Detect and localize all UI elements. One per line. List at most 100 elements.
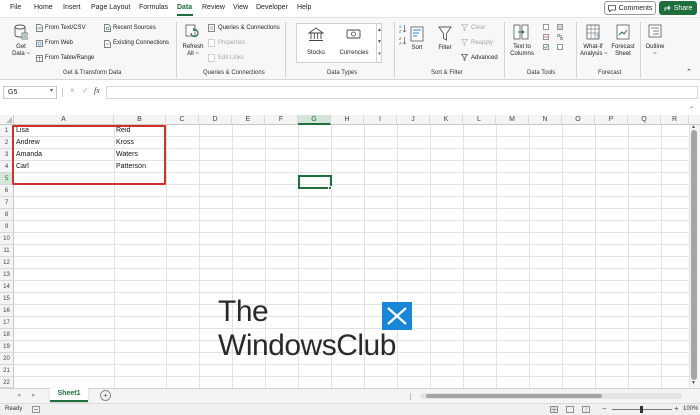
column-header-j[interactable]: J [397, 115, 430, 125]
tab-splitter[interactable] [410, 393, 411, 400]
row-header-9[interactable]: 9 [0, 221, 14, 233]
vertical-scroll-thumb[interactable] [691, 130, 697, 380]
column-header-r[interactable]: R [661, 115, 689, 125]
share-button[interactable]: Share [659, 1, 697, 15]
row-header-11[interactable]: 11 [0, 245, 14, 257]
forecast-sheet-button[interactable]: Forecast Sheet [609, 44, 637, 58]
edit-links-button[interactable]: Edit Links [218, 55, 244, 62]
name-box[interactable]: G5 [3, 86, 57, 99]
get-data-button[interactable]: Get Data ~ [8, 44, 34, 58]
row-header-17[interactable]: 17 [0, 317, 14, 329]
column-header-m[interactable]: M [496, 115, 529, 125]
page-break-view-icon[interactable] [582, 406, 590, 413]
menu-data[interactable]: Data [177, 4, 192, 11]
recent-sources-button[interactable]: Recent Sources [113, 25, 156, 32]
zoom-slider-thumb[interactable] [640, 406, 643, 413]
column-header-d[interactable]: D [199, 115, 232, 125]
ribbon-divider [504, 22, 505, 78]
enter-icon[interactable]: ✓ [82, 86, 89, 95]
row-header-16[interactable]: 16 [0, 305, 14, 317]
column-header-c[interactable]: C [166, 115, 199, 125]
menu-view[interactable]: View [233, 4, 248, 11]
menu-home[interactable]: Home [34, 4, 53, 11]
accessibility-icon[interactable] [32, 406, 40, 413]
comments-button[interactable]: Comments [604, 1, 656, 15]
ribbon-divider [394, 22, 395, 78]
text-to-columns-button[interactable]: Text to Columns [508, 44, 536, 58]
data-model-icon [557, 44, 563, 50]
insert-function-icon[interactable]: fx [94, 86, 100, 95]
what-if-analysis-button[interactable]: What-If Analysis ~ [580, 44, 608, 58]
menu-page-layout[interactable]: Page Layout [91, 4, 130, 11]
menu-review[interactable]: Review [202, 4, 225, 11]
reapply-button[interactable]: Reapply [471, 40, 493, 47]
normal-view-icon[interactable] [550, 406, 558, 413]
row-header-22[interactable]: 22 [0, 377, 14, 388]
column-header-f[interactable]: F [265, 115, 298, 125]
sheet-tab-sheet1[interactable]: Sheet1 [50, 388, 88, 402]
next-sheet-icon[interactable]: ▸ [32, 391, 36, 399]
column-header-e[interactable]: E [232, 115, 265, 125]
collapse-ribbon-icon[interactable]: ⌃ [686, 69, 692, 77]
scroll-down-icon[interactable]: ▼ [691, 380, 696, 386]
menu-insert[interactable]: Insert [63, 4, 81, 11]
from-text-csv-button[interactable]: From Text/CSV [45, 25, 86, 32]
expand-formula-bar-icon[interactable]: ⌄ [689, 103, 694, 110]
existing-connections-button[interactable]: Existing Connections [113, 40, 169, 47]
row-header-14[interactable]: 14 [0, 281, 14, 293]
from-web-button[interactable]: From Web [45, 40, 73, 47]
row-header-20[interactable]: 20 [0, 353, 14, 365]
menu-formulas[interactable]: Formulas [139, 4, 168, 11]
column-header-l[interactable]: L [463, 115, 496, 125]
fill-handle[interactable] [328, 186, 332, 190]
zoom-level[interactable]: 100% [683, 406, 698, 412]
column-header-g[interactable]: G [298, 115, 331, 125]
name-box-dropdown-icon[interactable]: ▾ [50, 87, 53, 94]
column-header-n[interactable]: N [529, 115, 562, 125]
cancel-icon[interactable]: × [70, 86, 75, 95]
row-header-15[interactable]: 15 [0, 293, 14, 305]
column-header-k[interactable]: K [430, 115, 463, 125]
row-header-18[interactable]: 18 [0, 329, 14, 341]
menu-file[interactable]: File [10, 4, 21, 11]
row-header-6[interactable]: 6 [0, 185, 14, 197]
menu-developer[interactable]: Developer [256, 4, 288, 11]
column-header-i[interactable]: I [364, 115, 397, 125]
scroll-up-icon[interactable]: ▲ [691, 124, 696, 130]
zoom-in-icon[interactable]: + [674, 404, 679, 413]
select-all-corner[interactable] [0, 115, 14, 125]
gallery-scroll-arrows[interactable]: ▲ ▼ ▾ [376, 24, 382, 62]
column-header-q[interactable]: Q [628, 115, 661, 125]
column-header-a[interactable]: A [14, 115, 114, 125]
queries-connections-button[interactable]: Queries & Connections [218, 25, 280, 32]
prev-sheet-icon[interactable]: ◂ [17, 391, 21, 399]
page-layout-view-icon[interactable] [566, 406, 574, 413]
stocks-button[interactable]: Stocks [303, 50, 329, 57]
row-header-12[interactable]: 12 [0, 257, 14, 269]
column-header-h[interactable]: H [331, 115, 364, 125]
column-header-b[interactable]: B [114, 115, 166, 125]
sort-button[interactable]: Sort [405, 45, 429, 52]
row-header-8[interactable]: 8 [0, 209, 14, 221]
active-cell-g5[interactable] [298, 175, 332, 189]
horizontal-scroll-thumb[interactable] [426, 394, 602, 398]
add-sheet-button[interactable]: + [100, 390, 111, 401]
formula-input[interactable] [106, 86, 698, 99]
refresh-all-button[interactable]: Refresh All ~ [180, 44, 206, 58]
zoom-out-icon[interactable]: − [602, 404, 607, 413]
row-header-13[interactable]: 13 [0, 269, 14, 281]
from-table-range-button[interactable]: From Table/Range [45, 55, 94, 62]
column-header-o[interactable]: O [562, 115, 595, 125]
row-header-19[interactable]: 19 [0, 341, 14, 353]
advanced-button[interactable]: Advanced [471, 55, 498, 62]
currencies-button[interactable]: Currencies [339, 50, 369, 57]
outline-button[interactable]: Outline ~ [643, 44, 667, 58]
column-header-p[interactable]: P [595, 115, 628, 125]
filter-button[interactable]: Filter [433, 45, 457, 52]
menu-help[interactable]: Help [297, 4, 311, 11]
row-header-10[interactable]: 10 [0, 233, 14, 245]
clear-button[interactable]: Clear [471, 25, 485, 32]
row-header-7[interactable]: 7 [0, 197, 14, 209]
properties-button[interactable]: Properties [218, 40, 245, 47]
row-header-21[interactable]: 21 [0, 365, 14, 377]
